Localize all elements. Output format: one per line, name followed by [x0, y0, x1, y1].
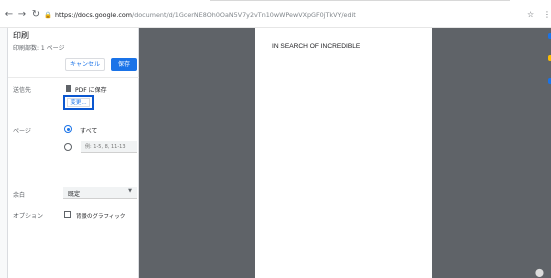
background-graphics-checkbox[interactable]: [64, 211, 71, 218]
change-button-focus-ring: 変更...: [63, 95, 94, 110]
print-preview-area: IN SEARCH OF INCREDIBLE: [139, 28, 551, 278]
destination-value: PDF に保存: [75, 87, 107, 94]
chevron-down-icon: ▼: [128, 188, 132, 194]
window-edge: [210, 0, 510, 1]
cancel-button[interactable]: キャンセル: [65, 58, 105, 71]
forward-icon[interactable]: →: [17, 9, 27, 21]
document-heading: IN SEARCH OF INCREDIBLE: [272, 43, 361, 50]
reload-icon[interactable]: ↻: [31, 9, 41, 21]
print-dialog-screen: ← → ↻ 🔒 https://docs.google.com/document/…: [0, 0, 551, 278]
options-label: オプション: [13, 213, 44, 220]
browser-toolbar: ← → ↻ 🔒 https://docs.google.com/document/…: [0, 4, 551, 26]
margins-value: 既定: [68, 191, 81, 198]
change-destination-button[interactable]: 変更...: [67, 98, 90, 107]
destination-label: 送信先: [13, 87, 32, 94]
margins-label: 余白: [13, 192, 26, 199]
pages-custom-radio[interactable]: [64, 143, 72, 151]
preview-page: IN SEARCH OF INCREDIBLE: [255, 28, 432, 278]
pages-label: ページ: [13, 128, 31, 135]
page-range-input[interactable]: [81, 141, 137, 153]
pdf-file-icon: [66, 85, 71, 92]
address-bar[interactable]: 🔒 https://docs.google.com/document/d/1Gce…: [44, 10, 356, 20]
pages-all-label: すべて: [80, 128, 98, 135]
sheet-count: 印刷部数: 1 ページ: [13, 45, 65, 52]
bookmark-star-icon[interactable]: ☆: [527, 10, 534, 20]
browser-menu-icon[interactable]: ⋮: [543, 10, 551, 20]
url-host: https://docs.google.com: [54, 11, 133, 19]
save-button[interactable]: 保存: [111, 58, 137, 71]
print-title: 印刷: [13, 31, 29, 40]
print-settings-panel: 印刷 印刷部数: 1 ページ キャンセル 保存 送信先 PDF に保存 変更..…: [8, 28, 139, 278]
back-icon[interactable]: ←: [4, 9, 14, 21]
url-path: /document/d/1GcerNE8Oh0OaN5V7y2vTn10wWPe…: [132, 11, 356, 19]
explore-icon[interactable]: ⬤: [535, 268, 544, 277]
docs-left-ruler: [0, 28, 8, 278]
pages-all-radio[interactable]: [64, 125, 72, 133]
background-graphics-label: 背景のグラフィック: [76, 214, 126, 220]
panel-divider: [8, 77, 139, 78]
lock-icon: 🔒: [44, 11, 52, 19]
margins-select[interactable]: 既定 ▼: [63, 187, 137, 199]
